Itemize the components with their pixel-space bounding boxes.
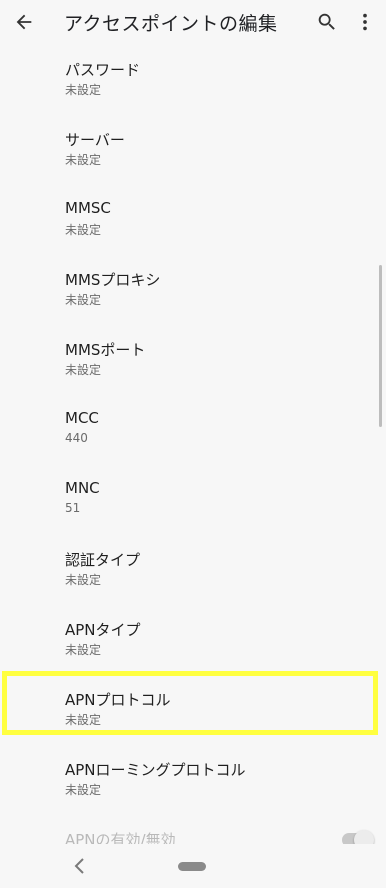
navigation-bar [0,844,386,888]
list-item-apn-roaming-protocol[interactable]: APNローミングプロトコル 未設定 [0,744,386,814]
list-item-auth-type[interactable]: 認証タイプ 未設定 [0,534,386,604]
item-label: MMSポート [65,341,146,359]
nav-back-button[interactable] [70,854,90,878]
list-item-mms-port[interactable]: MMSポート 未設定 [0,324,386,394]
item-value: 未設定 [65,363,102,377]
item-value: 未設定 [65,573,102,587]
item-label: サーバー [65,131,125,149]
search-icon [318,13,335,30]
app-bar: アクセスポイントの編集 [0,0,386,44]
list-item-mmsc[interactable]: MMSC 未設定 [0,184,386,254]
settings-list: パスワード 未設定 サーバー 未設定 MMSC 未設定 MMSプロキシ 未設定 … [0,44,386,849]
item-value: 51 [65,501,81,515]
item-label: APNタイプ [65,621,141,639]
list-item-mcc[interactable]: MCC 440 [0,394,386,464]
item-value: 未設定 [65,783,102,797]
back-button[interactable] [10,8,38,36]
screen: アクセスポイントの編集 パスワード 未設定 サーバー 未設定 MMSC 未設定 [0,0,386,888]
item-label: MMSプロキシ [65,271,161,289]
list-item-mms-proxy[interactable]: MMSプロキシ 未設定 [0,254,386,324]
scrollbar[interactable] [379,265,382,427]
arrow-left-icon [16,14,32,30]
item-label: パスワード [65,61,141,79]
item-label: APNプロトコル [65,691,171,709]
item-value: 未設定 [65,153,102,167]
item-label: 認証タイプ [65,551,141,569]
page-title: アクセスポイントの編集 [64,13,278,35]
list-item-server[interactable]: サーバー 未設定 [0,114,386,184]
item-label: APNローミングプロトコル [65,761,246,779]
item-value: 未設定 [65,223,102,237]
item-value: 440 [65,431,88,445]
more-vert-icon [363,13,367,31]
list-item-mnc[interactable]: MNC 51 [0,464,386,534]
list-item-apn-type[interactable]: APNタイプ 未設定 [0,604,386,674]
item-value: 未設定 [65,713,102,727]
item-label: MMSC [65,199,111,217]
item-value: 未設定 [65,83,102,97]
item-value: 未設定 [65,293,102,307]
list-item-password[interactable]: パスワード 未設定 [0,44,386,114]
more-options-button[interactable] [352,9,378,35]
home-pill-icon[interactable] [178,862,206,871]
list-item-apn-protocol[interactable]: APNプロトコル 未設定 [0,674,386,744]
chevron-left-icon [74,858,84,874]
item-value: 未設定 [65,643,102,657]
item-label: MNC [65,479,100,497]
item-label: MCC [65,409,99,427]
search-button[interactable] [314,9,340,35]
